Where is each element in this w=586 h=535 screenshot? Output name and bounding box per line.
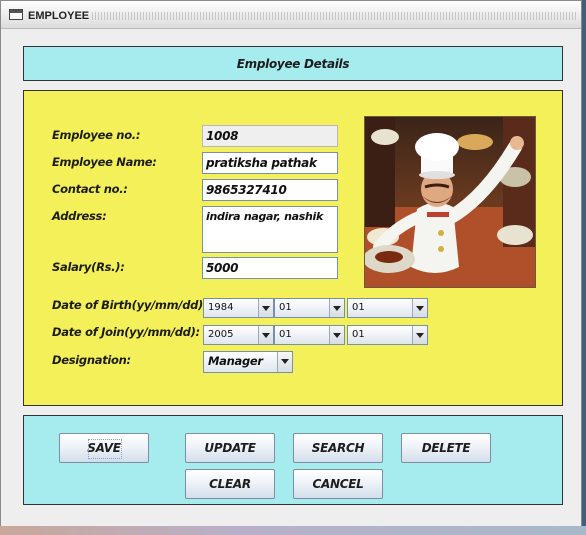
contact-no-field[interactable]: 9865327410	[202, 179, 338, 201]
window-icon	[9, 9, 23, 20]
desktop-edge	[582, 0, 586, 535]
search-button[interactable]: SEARCH	[293, 433, 383, 463]
doj-year-value: 2005	[208, 329, 234, 340]
doj-year-select[interactable]: 2005	[203, 325, 274, 345]
address-label: Address:	[52, 209, 107, 223]
dob-day-value: 01	[352, 302, 365, 313]
employee-name-label: Employee Name:	[52, 155, 157, 169]
chevron-down-icon[interactable]	[258, 326, 273, 344]
button-panel: SAVE UPDATE SEARCH DELETE CLEAR CANCEL	[23, 415, 563, 505]
employee-no-field[interactable]: 1008	[202, 125, 338, 147]
doj-month-select[interactable]: 01	[274, 325, 345, 345]
chevron-down-icon[interactable]	[412, 326, 427, 344]
chevron-down-icon[interactable]	[329, 299, 344, 317]
designation-select[interactable]: Manager	[203, 351, 293, 373]
chevron-down-icon[interactable]	[277, 352, 292, 372]
doj-day-select[interactable]: 01	[347, 325, 428, 345]
delete-button[interactable]: DELETE	[401, 433, 491, 463]
employee-window: EMPLOYEE Employee Details Employee no.: …	[0, 0, 582, 535]
employee-no-label: Employee no.:	[52, 128, 141, 142]
chevron-down-icon[interactable]	[258, 299, 273, 317]
chevron-down-icon[interactable]	[412, 299, 427, 317]
dob-year-select[interactable]: 1984	[203, 298, 274, 318]
address-field[interactable]: indira nagar, nashik	[202, 206, 338, 253]
doj-month-value: 01	[279, 329, 292, 340]
dob-day-select[interactable]: 01	[347, 298, 428, 318]
title-bar-grip	[92, 12, 578, 20]
window-title: EMPLOYEE	[28, 10, 90, 22]
doj-day-value: 01	[352, 329, 365, 340]
save-button[interactable]: SAVE	[59, 433, 149, 463]
designation-value: Manager	[208, 354, 263, 368]
cancel-button[interactable]: CANCEL	[293, 469, 383, 499]
dob-month-value: 01	[279, 302, 292, 313]
doj-label: Date of Join(yy/mm/dd):	[52, 325, 200, 339]
chef-photo	[364, 116, 536, 288]
header-panel: Employee Details	[23, 46, 563, 81]
title-bar[interactable]: EMPLOYEE	[1, 1, 581, 29]
employee-name-field[interactable]: pratiksha pathak	[202, 152, 338, 174]
contact-no-label: Contact no.:	[52, 182, 128, 196]
update-button[interactable]: UPDATE	[185, 433, 275, 463]
desktop-bottom-edge	[0, 526, 586, 535]
clear-button[interactable]: CLEAR	[185, 469, 275, 499]
designation-label: Designation:	[52, 353, 131, 367]
employee-form-panel: Employee no.: 1008 Employee Name: pratik…	[23, 90, 563, 406]
salary-label: Salary(Rs.):	[52, 260, 125, 274]
page-title: Employee Details	[236, 57, 350, 71]
dob-label: Date of Birth(yy/mm/dd):	[52, 298, 208, 312]
dob-year-value: 1984	[208, 302, 234, 313]
salary-field[interactable]: 5000	[202, 257, 338, 279]
focus-indicator	[88, 439, 122, 459]
dob-month-select[interactable]: 01	[274, 298, 345, 318]
chevron-down-icon[interactable]	[329, 326, 344, 344]
